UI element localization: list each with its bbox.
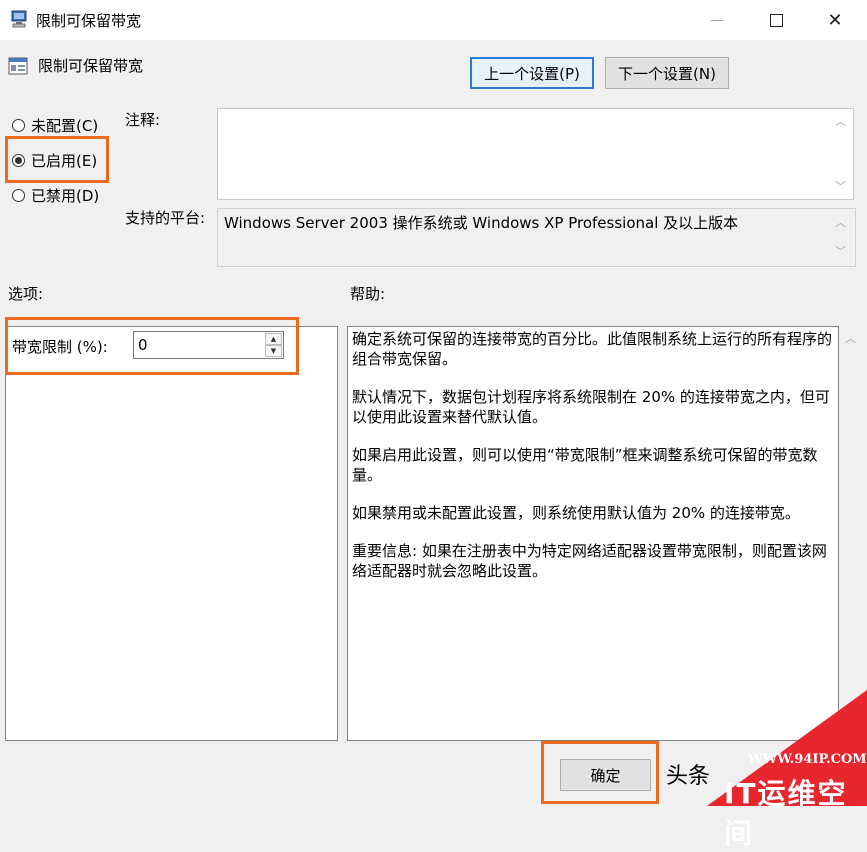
policy-app-icon xyxy=(10,9,30,29)
comment-textarea[interactable] xyxy=(217,108,854,200)
highlight-box-enabled xyxy=(5,136,109,183)
partial-caption: 头条 xyxy=(666,764,711,789)
highlight-box-ok xyxy=(541,741,659,804)
options-label: 选项: xyxy=(8,285,44,303)
help-paragraph: 如果启用此设置，则可以使用“带宽限制”框来调整系统可保留的带宽数量。 xyxy=(352,446,818,484)
radio-circle[interactable] xyxy=(12,119,25,132)
highlight-box-bandwidth xyxy=(5,317,299,375)
window-title: 限制可保留带宽 xyxy=(36,12,142,30)
comment-label: 注释: xyxy=(125,111,161,129)
close-button[interactable]: ✕ xyxy=(806,0,864,40)
policy-title: 限制可保留带宽 xyxy=(38,57,144,75)
previous-setting-button[interactable]: 上一个设置(P) xyxy=(470,57,594,89)
options-panel xyxy=(5,326,338,741)
help-paragraph: 默认情况下，数据包计划程序将系统限制在 20% 的连接带宽之内，但可以使用此设置… xyxy=(352,388,830,426)
minimize-button[interactable] xyxy=(688,0,746,40)
scroll-down-icon[interactable]: ﹀ xyxy=(835,178,846,194)
help-paragraph: 确定系统可保留的连接带宽的百分比。此值限制系统上运行的所有程序的组合带宽保留。 xyxy=(352,330,833,368)
radio-disabled[interactable]: 已禁用(D) xyxy=(12,185,99,206)
policy-setting-icon xyxy=(8,56,28,76)
help-paragraph: 如果禁用或未配置此设置，则系统使用默认值为 20% 的连接带宽。 xyxy=(352,504,800,522)
radio-not-configured[interactable]: 未配置(C) xyxy=(12,115,98,136)
scroll-up-icon[interactable]: ︿ xyxy=(845,330,856,346)
watermark-url: WWW.94IP.COM xyxy=(748,752,867,767)
close-icon: ✕ xyxy=(827,9,843,31)
platform-value: Windows Server 2003 操作系统或 Windows XP Pro… xyxy=(224,214,739,232)
next-setting-button[interactable]: 下一个设置(N) xyxy=(605,57,729,89)
radio-label: 未配置(C) xyxy=(31,117,99,135)
help-label: 帮助: xyxy=(350,285,386,303)
help-text: 确定系统可保留的连接带宽的百分比。此值限制系统上运行的所有程序的组合带宽保留。 … xyxy=(352,329,834,599)
scroll-down-icon[interactable]: ﹀ xyxy=(835,243,846,259)
radio-circle[interactable] xyxy=(12,189,25,202)
radio-label: 已禁用(D) xyxy=(31,187,100,205)
maximize-button[interactable] xyxy=(747,0,805,40)
platform-label: 支持的平台: xyxy=(125,209,206,227)
maximize-icon xyxy=(769,13,783,27)
scroll-up-icon[interactable]: ︿ xyxy=(835,113,846,129)
watermark-name: IT运维空间 xyxy=(724,777,848,850)
help-paragraph: 重要信息: 如果在注册表中为特定网络适配器设置带宽限制，则配置该网络适配器时就会… xyxy=(352,542,827,580)
minimize-icon xyxy=(711,19,723,21)
scroll-up-icon[interactable]: ︿ xyxy=(835,214,846,230)
